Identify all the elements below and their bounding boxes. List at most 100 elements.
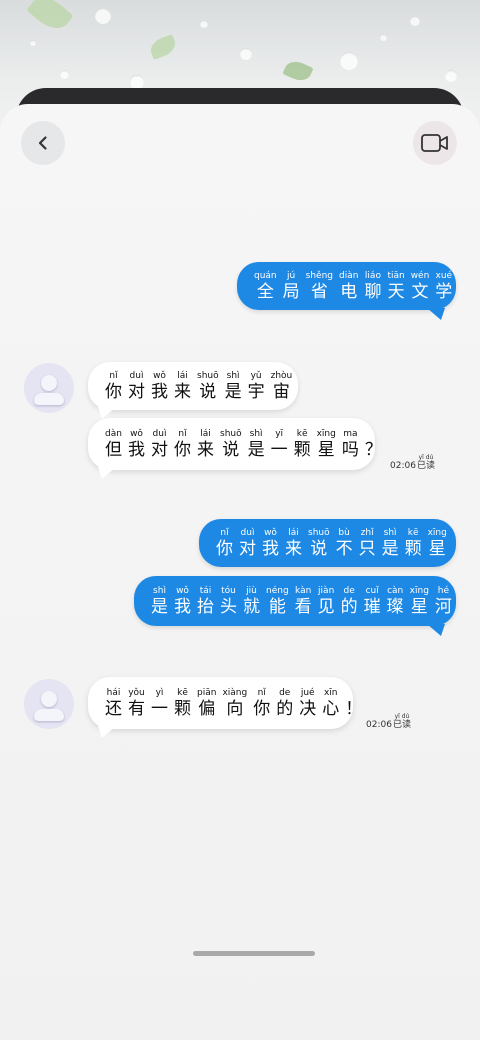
water-drop: [445, 70, 457, 82]
pinyin-char: wǒ 我: [174, 586, 191, 617]
pinyin-char: shì 是: [225, 371, 242, 402]
hanzi-text: 颗: [174, 698, 191, 719]
hanzi-text: 我: [262, 538, 279, 559]
hanzi-text: 电: [340, 281, 358, 302]
pinyin-text: kàn: [295, 585, 312, 596]
read-status: yǐ dú 已读: [416, 454, 435, 471]
pinyin-char: shì 是: [248, 429, 265, 460]
message-text: nǐ 你 duì 对 wǒ 我 lái 来 shuō 说 shì 是 yǔ 宇 zhòu 宙: [102, 371, 295, 402]
water-drop: [130, 75, 144, 89]
pinyin-char: yǔ 宇: [248, 371, 265, 402]
leaf-decoration: [26, 0, 74, 36]
pinyin-char: ！: [345, 688, 362, 719]
message-text: shì 是 wǒ 我 tái 抬 tóu 头 jiù 就 néng 能 kàn 看 jiàn 见 de 的 cuǐ 璀…: [148, 586, 455, 617]
pinyin-char: lái 来: [197, 429, 214, 460]
pinyin-text: shì: [153, 585, 166, 596]
pinyin-char: lái 来: [174, 371, 191, 402]
hanzi-text: 说: [199, 381, 217, 402]
pinyin-text: piān: [197, 687, 217, 698]
read-status: yǐ dú 已读: [392, 713, 411, 730]
pinyin-char: wǒ 我: [128, 429, 145, 460]
hanzi-text: 吗: [341, 439, 359, 460]
pinyin-char: wǒ 我: [262, 528, 279, 559]
bubble-tail: [427, 624, 445, 636]
pinyin-char: xiàng 向: [222, 688, 247, 719]
pinyin-char: tóu 头: [220, 586, 237, 617]
message-bubble-incoming[interactable]: nǐ 你 duì 对 wǒ 我 lái 来 shuō 说 shì 是 yǔ 宇 zhòu 宙: [88, 362, 298, 410]
pinyin-char: nǐ 你: [105, 371, 122, 402]
hanzi-text: ？: [364, 439, 382, 460]
bubble-tail: [98, 467, 116, 479]
hanzi-text: 来: [285, 538, 302, 559]
pinyin-text: dàn: [105, 428, 122, 439]
hanzi-text: 颗: [293, 439, 311, 460]
pinyin-char: xīng 星: [317, 429, 336, 460]
back-button[interactable]: [21, 121, 65, 165]
pinyin-text: wǒ: [153, 370, 166, 381]
read-receipt: 02:06 yǐ dú 已读: [366, 713, 411, 730]
pinyin-text: jiù: [246, 585, 257, 596]
hanzi-text: 星: [428, 538, 446, 559]
avatar[interactable]: [24, 679, 74, 729]
message-text: dàn 但 wǒ 我 duì 对 nǐ 你 lái 来 shuō 说 shì 是 yī 一 kē 颗 xīng 星 ma…: [102, 429, 385, 460]
pinyin-char: piān 偏: [197, 688, 216, 719]
water-drop: [60, 70, 69, 79]
pinyin-text: shuō: [308, 527, 330, 538]
hanzi-text: 对: [151, 439, 168, 460]
pinyin-text: duì: [240, 527, 255, 538]
pinyin-text: duì: [152, 428, 167, 439]
pinyin-char: nǐ 你: [253, 688, 270, 719]
hanzi-text: 说: [310, 538, 328, 559]
avatar[interactable]: [24, 363, 74, 413]
pinyin-char: ？: [365, 429, 382, 460]
pinyin-char: jiàn 见: [318, 586, 335, 617]
pinyin-char: diàn 电: [339, 271, 358, 302]
pinyin-text: lái: [288, 527, 299, 538]
pinyin-text: shì: [249, 428, 263, 439]
pinyin-char: shuō 说: [308, 528, 330, 559]
pinyin-char: quán 全: [254, 271, 277, 302]
pinyin-text: yī: [275, 428, 284, 439]
message-bubble-incoming[interactable]: dàn 但 wǒ 我 duì 对 nǐ 你 lái 来 shuō 说 shì 是 yī 一 kē 颗 xīng 星 ma…: [88, 418, 382, 470]
hanzi-text: 全: [256, 281, 274, 302]
pinyin-char: càn 璨: [387, 586, 404, 617]
message-bubble-outgoing[interactable]: shì 是 wǒ 我 tái 抬 tóu 头 jiù 就 néng 能 kàn 看 jiàn 见 de 的 cuǐ 璀…: [134, 576, 456, 626]
pinyin-char: duì 对: [151, 429, 168, 460]
pinyin-text: bù: [338, 527, 350, 538]
hanzi-text: 聊: [364, 281, 382, 302]
water-drop: [200, 20, 208, 28]
pinyin-text: duì: [129, 370, 144, 381]
home-indicator[interactable]: [193, 951, 315, 956]
hanzi-text: 宙: [272, 381, 290, 402]
pinyin-char: duì 对: [239, 528, 256, 559]
pinyin-text: nǐ: [178, 428, 187, 439]
hanzi-text: 学: [435, 281, 453, 302]
water-drop: [30, 40, 36, 46]
pinyin-text: nǐ: [257, 687, 266, 698]
hanzi-text: 你: [105, 381, 122, 402]
pinyin-char: dàn 但: [105, 429, 122, 460]
pinyin-text: [372, 429, 375, 440]
message-bubble-outgoing[interactable]: quán 全 jú 局 shěng 省 diàn 电 liáo 聊 tiān 天 wén 文 xué 学: [237, 262, 456, 310]
pinyin-text: de: [343, 585, 355, 596]
hanzi-text: 天: [387, 281, 405, 302]
pinyin-char: wǒ 我: [151, 371, 168, 402]
chat-sheet: [0, 104, 480, 1040]
pinyin-char: kē 颗: [294, 429, 311, 460]
message-bubble-incoming[interactable]: hái 还 yǒu 有 yì 一 kē 颗 piān 偏 xiàng 向 nǐ 你 de 的 jué 决 xīn 心 …: [88, 677, 362, 729]
hanzi-text: 说: [222, 439, 240, 460]
hanzi-text: 河: [434, 596, 452, 617]
hanzi-text: 我: [151, 381, 168, 402]
hanzi-text: 抬: [197, 596, 214, 617]
pinyin-text: shì: [383, 527, 397, 538]
pinyin-char: hé 河: [435, 586, 452, 617]
pinyin-char: xīng 星: [428, 528, 447, 559]
pinyin-text: hái: [106, 687, 121, 698]
video-call-button[interactable]: [413, 121, 457, 165]
hanzi-text: 你: [253, 698, 271, 719]
hanzi-text: 是: [247, 439, 265, 460]
pinyin-char: cuǐ 璀: [364, 586, 381, 617]
message-bubble-outgoing[interactable]: nǐ 你 duì 对 wǒ 我 lái 来 shuō 说 bù 不 zhǐ 只 shì 是 kē 颗 xīng 星: [199, 519, 456, 567]
hanzi-text: 心: [322, 698, 340, 719]
pinyin-text: yǒu: [128, 687, 145, 698]
